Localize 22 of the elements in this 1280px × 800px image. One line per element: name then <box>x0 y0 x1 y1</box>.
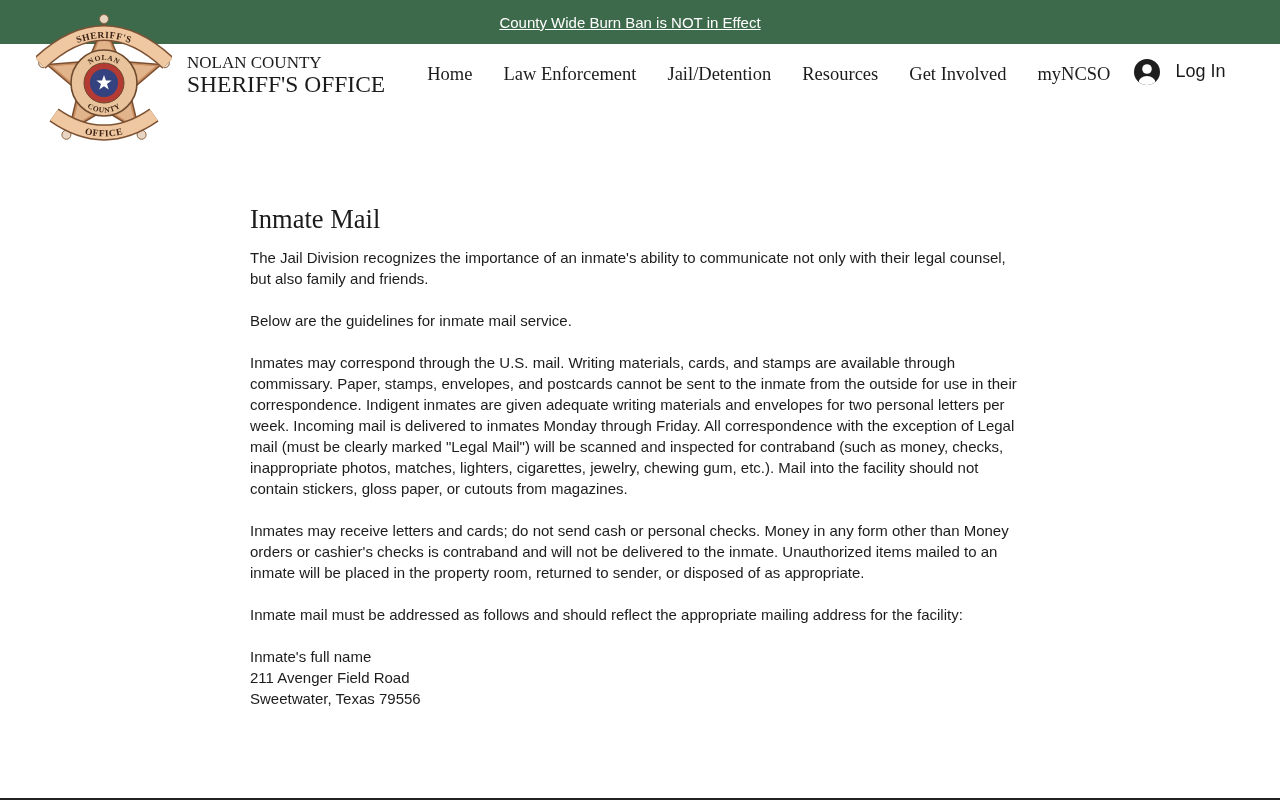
account-icon <box>1134 59 1161 85</box>
address-line: Sweetwater, Texas 79556 <box>250 689 421 709</box>
nav-link[interactable]: Home <box>427 63 473 85</box>
badge-ribbon-text: SHERIFF'S <box>74 29 134 45</box>
body-paragraph: The Jail Division recognizes the importance of an inmate's ability to communicate not only with their legal counsel, but also family and friends. <box>250 248 1007 289</box>
burn-ban-link[interactable]: County Wide Burn Ban is NOT in Effect <box>499 13 761 31</box>
body-paragraph: Inmates may correspond through the U.S. mail. Writing materials, cards, and stamps are available through commissary. Paper, stamps, envelopes, and postcards cannot be sent to the inmate from the outside for use in their correspondence. Indigent inmates are given adequate writing materials and envelopes for two personal letters per week. Incoming mail is delivered to inmates Monday through Friday. All correspondence with the exception of Legal mail (must be clearly marked "Legal Mail") will be scanned and inspected for contraband (such as money, checks, inappropriate photos, matches, lighters, cigarettes, jewelry, chewing gum, etc.). Mail into the facility should not contain stickers, gloss paper, or cutouts from magazines. <box>250 353 1018 499</box>
nav-link[interactable]: Law Enforcement <box>503 63 637 85</box>
address-line: 211 Avenger Field Road <box>250 668 410 688</box>
nav-link[interactable]: Jail/Detention <box>667 63 772 85</box>
nav-link[interactable]: Get Involved <box>909 63 1007 85</box>
site-title-large: SHERIFF'S OFFICE <box>187 71 386 97</box>
page-title: Inmate Mail <box>250 203 382 235</box>
body-paragraph: Inmates may receive letters and cards; do not send cash or personal checks. Money in any form other than Money orders or cashier's checks is contraband and will not be delivered to the inmate. Unauthorized items mailed to an inmate will be placed in the property room, returned to sender, or disposed of as appropriate. <box>250 521 1010 583</box>
address-line: Inmate's full name <box>250 647 372 667</box>
nav-link[interactable]: myNCSO <box>1037 63 1111 85</box>
body-paragraph: Inmate mail must be addressed as follows and should reflect the appropriate mailing address for the facility: <box>250 605 964 625</box>
site-title-small: NOLAN COUNTY <box>187 53 322 72</box>
badge-ribbon-text: OFFICE <box>84 126 124 139</box>
nav-link[interactable]: Resources <box>802 63 879 85</box>
body-paragraph: Below are the guidelines for inmate mail service. <box>250 311 573 331</box>
login-button[interactable]: Log In <box>1134 59 1226 85</box>
